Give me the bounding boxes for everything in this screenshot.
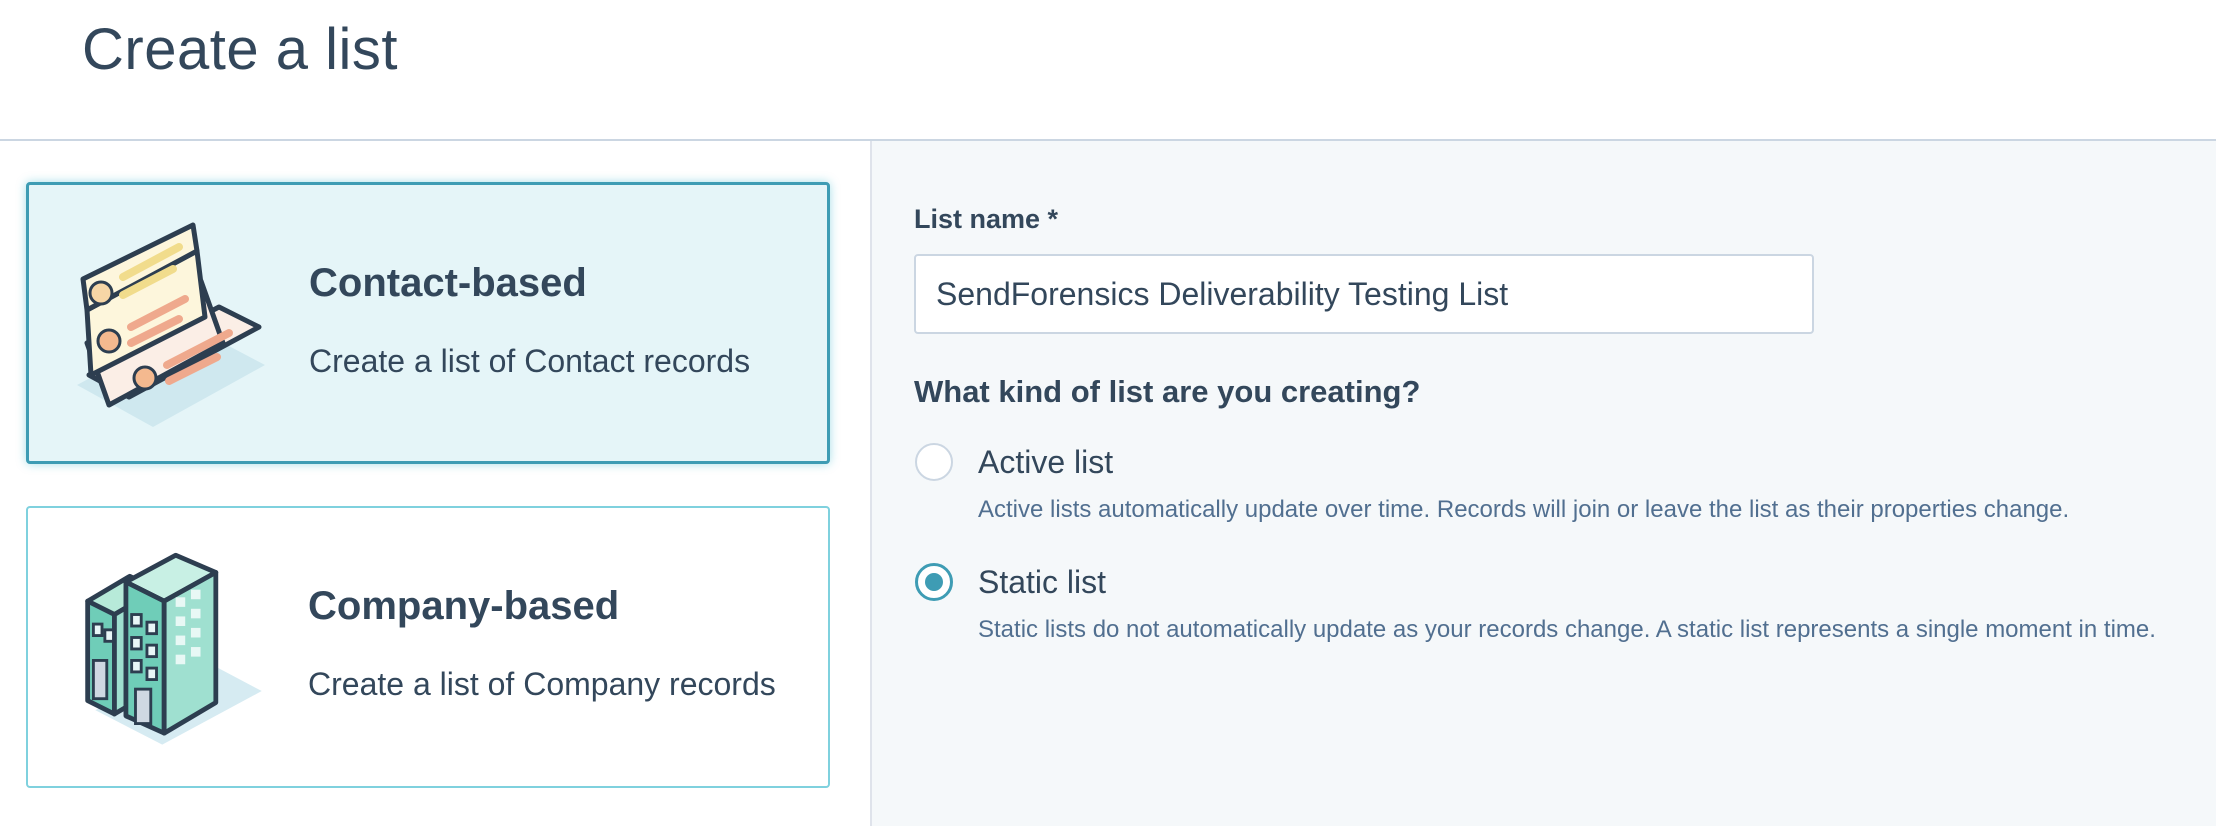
page-header: Create a list <box>0 0 2216 141</box>
static-list-radio[interactable] <box>915 563 953 601</box>
card-title: Company-based <box>308 584 620 628</box>
list-type-question: What kind of list are you creating? <box>914 374 1421 409</box>
company-based-card[interactable]: Company-based Create a list of Company r… <box>26 506 830 788</box>
list-name-input[interactable] <box>914 254 1814 334</box>
buildings-icon <box>85 552 262 745</box>
list-details-panel <box>872 141 2216 826</box>
card-description: Create a list of Company records <box>308 666 776 702</box>
active-list-help-text: Active lists automatically update over t… <box>978 496 2070 523</box>
static-list-help-text: Static lists do not automatically update… <box>978 616 2156 643</box>
active-list-label: Active list <box>978 444 1114 480</box>
active-list-radio[interactable] <box>915 443 953 481</box>
page-title: Create a list <box>82 17 398 82</box>
contact-cards-icon <box>77 222 265 427</box>
static-list-label: Static list <box>978 564 1107 600</box>
card-title: Contact-based <box>309 261 587 305</box>
contact-based-card[interactable]: Contact-based Create a list of Contact r… <box>26 182 830 464</box>
card-description: Create a list of Contact records <box>309 343 751 379</box>
list-name-label: List name * <box>914 204 1059 234</box>
